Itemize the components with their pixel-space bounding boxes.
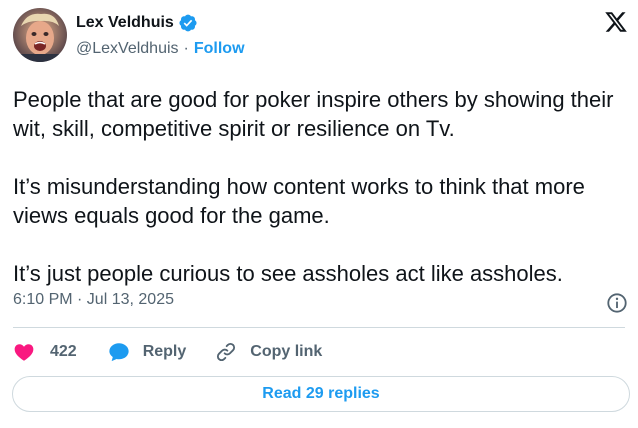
link-icon <box>217 342 236 362</box>
tweet-paragraph: It’s misunderstanding how content works … <box>13 174 585 228</box>
divider <box>13 327 625 328</box>
author-name-row: Lex Veldhuis <box>76 13 198 33</box>
like-button[interactable]: 422 <box>13 341 77 363</box>
reply-bubble-icon <box>109 343 129 362</box>
follow-button[interactable]: Follow <box>194 40 245 58</box>
reply-label: Reply <box>142 343 187 360</box>
reply-button[interactable]: Reply <box>108 341 187 363</box>
author-handle[interactable]: @LexVeldhuis <box>76 40 179 58</box>
copy-link-label: Copy link <box>250 343 323 360</box>
author-name[interactable]: Lex Veldhuis <box>76 14 174 32</box>
tweet-paragraph: People that are good for poker inspire o… <box>13 87 614 141</box>
avatar[interactable] <box>13 8 67 62</box>
tweet-card: Lex Veldhuis @LexVeldhuis · Follow Peopl… <box>0 0 638 428</box>
tweet-paragraph: It’s just people curious to see assholes… <box>13 261 563 286</box>
verified-badge-icon <box>179 14 197 32</box>
handle-row: @LexVeldhuis · Follow <box>76 40 245 58</box>
action-bar: 422 Reply Copy link <box>13 340 322 364</box>
like-count: 422 <box>50 343 77 360</box>
tweet-text: People that are good for poker inspire o… <box>13 85 625 288</box>
info-icon[interactable] <box>606 292 628 314</box>
read-replies-label: Read 29 replies <box>262 385 380 402</box>
x-logo-icon[interactable] <box>604 10 628 34</box>
tweet-timestamp[interactable]: 6:10 PM · Jul 13, 2025 <box>13 291 174 309</box>
read-replies-button[interactable]: Read 29 replies <box>12 376 630 412</box>
heart-icon <box>14 344 34 361</box>
copy-link-button[interactable]: Copy link <box>215 341 322 363</box>
separator-dot: · <box>183 40 189 57</box>
